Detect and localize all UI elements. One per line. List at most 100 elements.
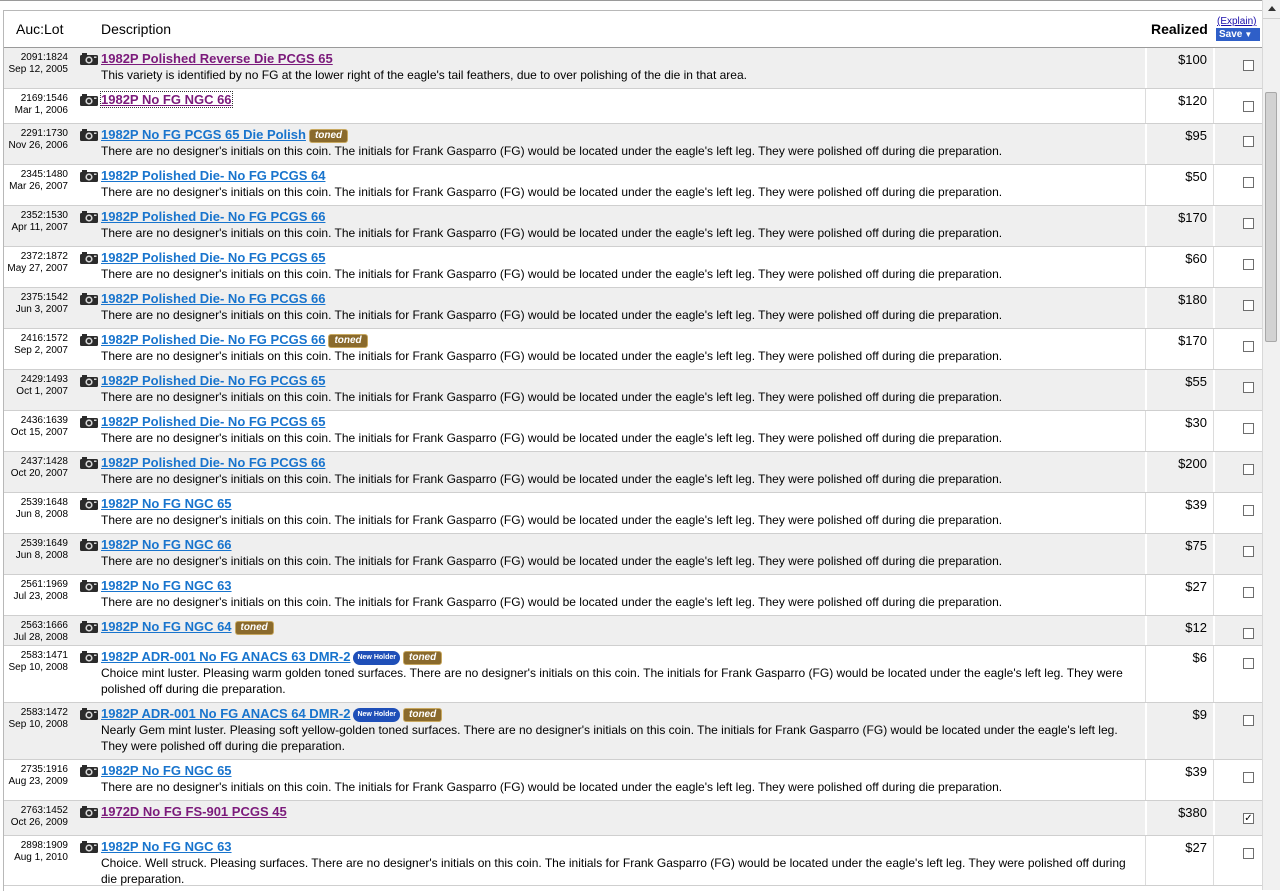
- vertical-scrollbar[interactable]: [1262, 0, 1280, 890]
- save-checkbox[interactable]: [1243, 546, 1254, 557]
- lot-title-link[interactable]: 1982P No FG NGC 66: [100, 91, 233, 108]
- lot-title-link[interactable]: 1982P Polished Die- No FG PCGS 65: [101, 414, 325, 429]
- auction-lot-number[interactable]: 2898:1909: [4, 840, 68, 852]
- camera-icon[interactable]: [79, 333, 99, 347]
- auction-lot-number[interactable]: 2437:1428: [4, 456, 68, 468]
- lot-title-link[interactable]: 1982P Polished Die- No FG PCGS 66: [101, 332, 325, 347]
- camera-icon[interactable]: [79, 169, 99, 183]
- save-checkbox[interactable]: [1243, 341, 1254, 352]
- lot-title-link[interactable]: 1982P Polished Die- No FG PCGS 64: [101, 168, 325, 183]
- auction-lot-number[interactable]: 2763:1452: [4, 805, 68, 817]
- scroll-up-button[interactable]: [1263, 0, 1280, 19]
- realized-price: $27: [1185, 579, 1207, 594]
- realized-price: $9: [1192, 707, 1207, 722]
- save-checkbox[interactable]: ✓: [1243, 813, 1254, 824]
- auction-lot-number[interactable]: 2169:1546: [4, 93, 68, 105]
- auction-lot-number[interactable]: 2563:1666: [4, 620, 68, 632]
- camera-icon[interactable]: [79, 707, 99, 721]
- camera-icon[interactable]: [79, 456, 99, 470]
- save-checkbox[interactable]: [1243, 136, 1254, 147]
- camera-icon[interactable]: [79, 650, 99, 664]
- camera-icon[interactable]: [79, 292, 99, 306]
- save-button[interactable]: Save ▼: [1216, 28, 1260, 41]
- save-checkbox[interactable]: [1243, 587, 1254, 598]
- save-checkbox[interactable]: [1243, 300, 1254, 311]
- auction-lot-number[interactable]: 2539:1648: [4, 497, 68, 509]
- camera-icon[interactable]: [79, 538, 99, 552]
- save-checkbox[interactable]: [1243, 628, 1254, 639]
- save-checkbox[interactable]: [1243, 101, 1254, 112]
- column-divider: [1213, 411, 1214, 451]
- lot-title-link[interactable]: 1982P No FG NGC 66: [101, 537, 232, 552]
- camera-icon[interactable]: [79, 93, 99, 107]
- explain-link[interactable]: (Explain): [1217, 16, 1256, 27]
- save-checkbox[interactable]: [1243, 382, 1254, 393]
- column-divider: [1145, 616, 1147, 645]
- save-checkbox[interactable]: [1243, 218, 1254, 229]
- camera-icon[interactable]: [79, 374, 99, 388]
- save-checkbox[interactable]: [1243, 505, 1254, 516]
- save-checkbox[interactable]: [1243, 60, 1254, 71]
- camera-icon[interactable]: [79, 840, 99, 854]
- save-checkbox[interactable]: [1243, 715, 1254, 726]
- realized-price: $200: [1178, 456, 1207, 471]
- auction-lot-number[interactable]: 2375:1542: [4, 292, 68, 304]
- lot-title-link[interactable]: 1982P Polished Die- No FG PCGS 65: [101, 373, 325, 388]
- auction-lot-number[interactable]: 2352:1530: [4, 210, 68, 222]
- lot-title-link[interactable]: 1972D No FG FS-901 PCGS 45: [101, 804, 287, 819]
- lot-title-link[interactable]: 1982P No FG NGC 65: [101, 763, 232, 778]
- save-checkbox[interactable]: [1243, 259, 1254, 270]
- lot-title-link[interactable]: 1982P ADR-001 No FG ANACS 64 DMR-2: [101, 706, 350, 721]
- auction-lot-number[interactable]: 2561:1969: [4, 579, 68, 591]
- lot-title-link[interactable]: 1982P No FG NGC 64: [101, 619, 232, 634]
- lot-title-link[interactable]: 1982P No FG NGC 63: [101, 839, 232, 854]
- lot-description: There are no designer's initials on this…: [101, 349, 1003, 363]
- lot-title-link[interactable]: 1982P Polished Die- No FG PCGS 65: [101, 250, 325, 265]
- camera-icon[interactable]: [79, 579, 99, 593]
- auction-lot-number[interactable]: 2436:1639: [4, 415, 68, 427]
- auction-lot-number[interactable]: 2735:1916: [4, 764, 68, 776]
- lot-title-line: 1982P No FG NGC 64 toned: [101, 619, 274, 635]
- table-row: 2539:1649 Jun 8, 2008 1982P No FG NGC 66 Th…: [4, 534, 1262, 575]
- lot-title-link[interactable]: 1982P Polished Die- No FG PCGS 66: [101, 209, 325, 224]
- new-holder-badge: New Holder: [353, 708, 400, 722]
- lot-title-link[interactable]: 1982P No FG PCGS 65 Die Polish: [101, 127, 306, 142]
- save-checkbox[interactable]: [1243, 423, 1254, 434]
- description-column-header: Description: [101, 21, 172, 37]
- auction-lot-number[interactable]: 2345:1480: [4, 169, 68, 181]
- camera-icon[interactable]: [79, 210, 99, 224]
- camera-icon[interactable]: [79, 415, 99, 429]
- camera-icon[interactable]: [79, 497, 99, 511]
- save-checkbox[interactable]: [1243, 772, 1254, 783]
- auction-lot-number[interactable]: 2291:1730: [4, 128, 68, 140]
- camera-icon[interactable]: [79, 805, 99, 819]
- save-checkbox[interactable]: [1243, 177, 1254, 188]
- lot-title-link[interactable]: 1982P No FG NGC 63: [101, 578, 232, 593]
- save-checkbox[interactable]: [1243, 464, 1254, 475]
- auction-lot-number[interactable]: 2539:1649: [4, 538, 68, 550]
- lot-title-link[interactable]: 1982P No FG NGC 65: [101, 496, 232, 511]
- scroll-thumb[interactable]: [1265, 92, 1277, 342]
- save-checkbox[interactable]: [1243, 848, 1254, 859]
- auction-lot-number[interactable]: 2583:1471: [4, 650, 68, 662]
- column-divider: [1145, 836, 1146, 885]
- camera-icon[interactable]: [79, 52, 99, 66]
- camera-icon[interactable]: [79, 128, 99, 142]
- lot-title-link[interactable]: 1982P ADR-001 No FG ANACS 63 DMR-2: [101, 649, 350, 664]
- auction-lot-number[interactable]: 2091:1824: [4, 52, 68, 64]
- realized-price: $60: [1185, 251, 1207, 266]
- camera-icon[interactable]: [79, 251, 99, 265]
- auction-lot-number[interactable]: 2429:1493: [4, 374, 68, 386]
- lot-title-link[interactable]: 1982P Polished Die- No FG PCGS 66: [101, 455, 325, 470]
- auction-lot-number[interactable]: 2583:1472: [4, 707, 68, 719]
- camera-icon[interactable]: [79, 620, 99, 634]
- sale-date: Sep 10, 2008: [8, 719, 69, 730]
- lot-description: Choice mint luster. Pleasing warm golden…: [101, 666, 1123, 696]
- lot-title-link[interactable]: 1982P Polished Reverse Die PCGS 65: [101, 51, 333, 66]
- save-checkbox[interactable]: [1243, 658, 1254, 669]
- auction-lot-number[interactable]: 2416:1572: [4, 333, 68, 345]
- column-divider: [1145, 575, 1146, 615]
- camera-icon[interactable]: [79, 764, 99, 778]
- lot-title-link[interactable]: 1982P Polished Die- No FG PCGS 66: [101, 291, 325, 306]
- auction-lot-number[interactable]: 2372:1872: [4, 251, 68, 263]
